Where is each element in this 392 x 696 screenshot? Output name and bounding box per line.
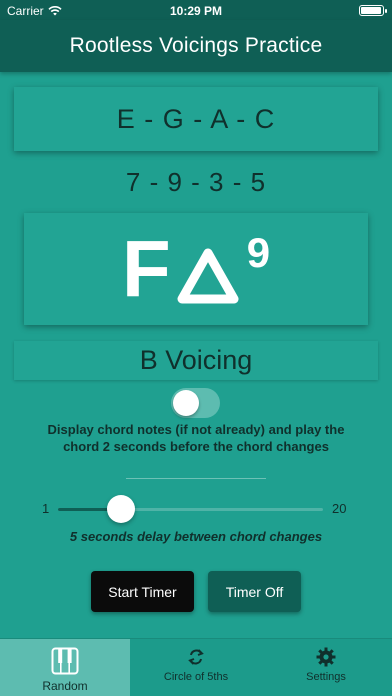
tab-settings[interactable]: Settings [261,639,391,696]
voicing-label: B Voicing [139,345,253,375]
slider-max-label: 20 [332,501,347,516]
display-notes-toggle[interactable] [171,388,220,418]
toggle-description: Display chord notes (if not already) and… [47,422,345,454]
slider-min-label: 1 [42,501,50,516]
timer-off-button[interactable]: Timer Off [208,571,301,612]
status-bar: Carrier 10:29 PM [0,0,392,20]
tab-random[interactable]: Random [0,639,130,696]
chord-intervals: 7 - 9 - 3 - 5 [125,167,267,197]
chord-notes-card: E - G - A - C [14,87,378,151]
tab-random-label: Random [42,679,88,693]
gear-icon [316,647,336,667]
delay-caption: 5 seconds delay between chord changes [69,529,323,544]
tab-circle-label: Circle of 5ths [163,671,229,683]
tab-circle-of-fifths[interactable]: Circle of 5ths [131,639,261,696]
tab-bar: Random Circle of 5ths Settings [0,638,392,696]
chord-root: F [121,224,171,313]
chord-notes: E - G - A - C [116,103,276,134]
start-timer-button[interactable]: Start Timer [91,571,194,612]
battery-icon [359,5,387,16]
divider [126,478,266,479]
rotate-arrows-icon [188,649,204,665]
voicing-label-card: B Voicing [14,341,378,380]
status-time: 10:29 PM [169,4,223,18]
major-triangle-icon [177,248,239,304]
piano-icon [51,647,79,675]
chord-extension: 9 [246,229,271,276]
tab-settings-label: Settings [306,671,346,683]
nav-bar: Rootless Voicings Practice [0,20,392,72]
toggle-knob [173,390,199,416]
chord-symbol-card: F 9 [24,213,368,325]
page-title: Rootless Voicings Practice [69,34,323,57]
delay-slider-thumb[interactable] [107,495,135,523]
